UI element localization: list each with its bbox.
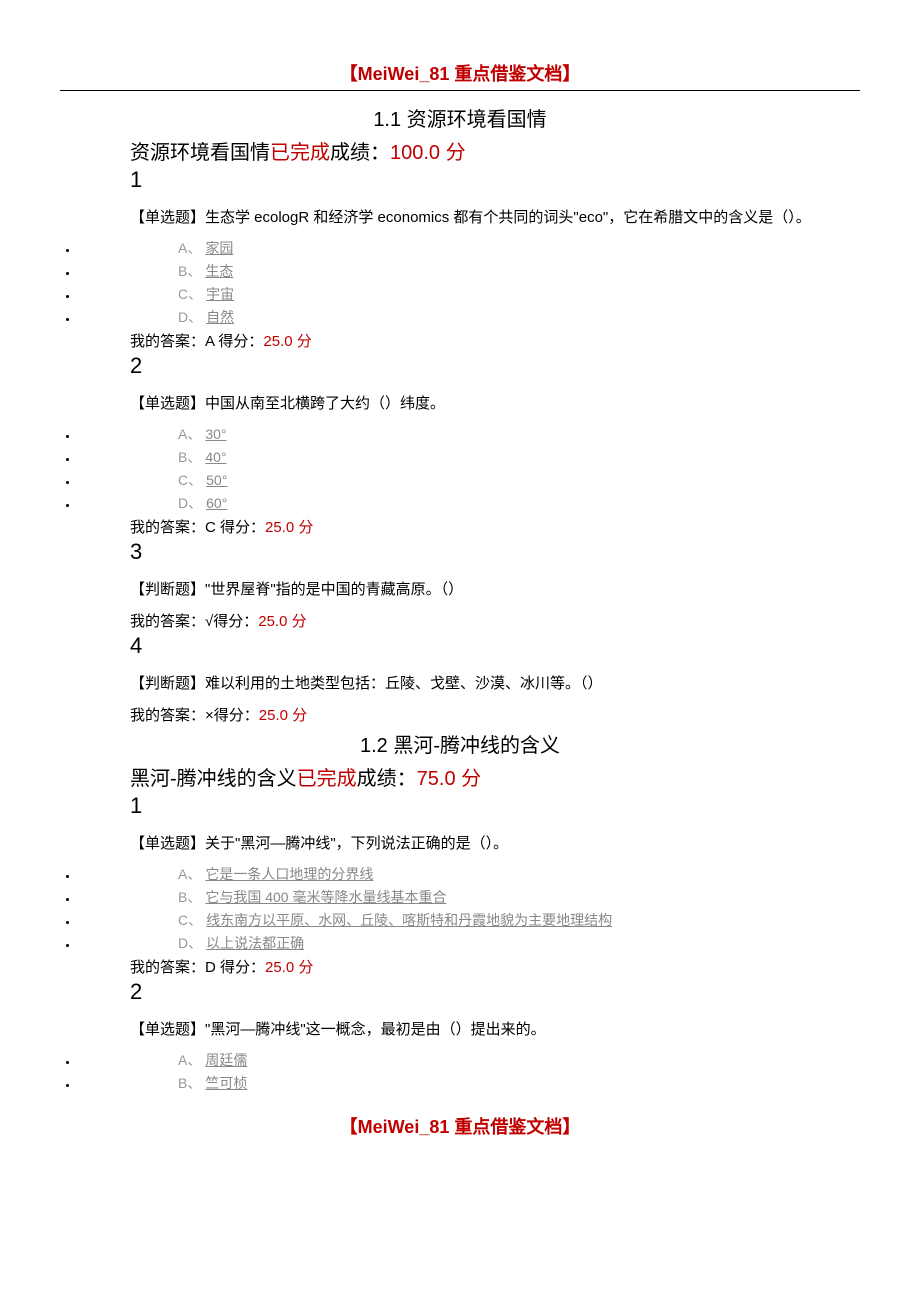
subtitle-text: 黑河-腾冲线的含义 — [130, 768, 297, 790]
list-item[interactable]: A、周廷儒 — [78, 1050, 860, 1070]
list-item[interactable]: B、竺可桢 — [78, 1073, 860, 1093]
answer-text: 我的答案：D 得分： — [130, 959, 265, 976]
option-letter: B、 — [178, 449, 201, 465]
option-letter: B、 — [178, 1075, 201, 1091]
list-item[interactable]: A、它是一条人口地理的分界线 — [78, 864, 860, 884]
answer-text: 我的答案：A 得分： — [130, 333, 263, 350]
page-header: 【MeiWei_81 重点借鉴文档】 — [60, 60, 860, 91]
question-text: 【单选题】关于"黑河—腾冲线"，下列说法正确的是（）。 — [130, 827, 860, 860]
list-item[interactable]: C、50° — [78, 470, 860, 490]
option-text: 以上说法都正确 — [206, 935, 304, 951]
list-item[interactable]: D、自然 — [78, 307, 860, 327]
score-label: 成绩： — [357, 768, 417, 790]
option-letter: D、 — [178, 935, 202, 951]
option-letter: B、 — [178, 263, 201, 279]
question-number: 1 — [130, 793, 860, 819]
answer-score: 25.0 分 — [265, 959, 313, 976]
answer-text: 我的答案：√得分： — [130, 613, 258, 630]
option-letter: A、 — [178, 866, 201, 882]
option-text: 生态 — [205, 263, 233, 279]
option-letter: C、 — [178, 472, 202, 488]
answer-score: 25.0 分 — [259, 707, 307, 724]
option-letter: D、 — [178, 309, 202, 325]
list-item[interactable]: D、以上说法都正确 — [78, 933, 860, 953]
section-title: 1.1 资源环境看国情 — [60, 103, 860, 132]
answer-line: 我的答案：C 得分：25.0 分 — [130, 516, 860, 537]
option-list: A、家园B、生态C、宇宙D、自然 — [60, 238, 860, 327]
section-subtitle: 资源环境看国情已完成成绩：100.0 分 — [130, 136, 860, 165]
option-text: 60° — [206, 495, 227, 511]
score-value: 75.0 分 — [417, 768, 481, 790]
answer-line: 我的答案：D 得分：25.0 分 — [130, 956, 860, 977]
score-value: 100.0 分 — [390, 142, 466, 164]
section-title: 1.2 黑河-腾冲线的含义 — [60, 729, 860, 758]
option-text: 自然 — [206, 309, 234, 325]
option-text: 家园 — [205, 240, 233, 256]
option-text: 线东南方以平原、水网、丘陵、喀斯特和丹霞地貌为主要地理结构 — [206, 912, 612, 928]
option-letter: A、 — [178, 426, 201, 442]
option-text: 40° — [205, 449, 226, 465]
question-text: 【单选题】生态学 ecologR 和经济学 economics 都有个共同的词头… — [130, 201, 860, 234]
answer-line: 我的答案：×得分：25.0 分 — [130, 704, 860, 725]
option-text: 宇宙 — [206, 286, 234, 302]
list-item[interactable]: C、线东南方以平原、水网、丘陵、喀斯特和丹霞地貌为主要地理结构 — [78, 910, 860, 930]
section-subtitle: 黑河-腾冲线的含义已完成成绩：75.0 分 — [130, 762, 860, 791]
answer-score: 25.0 分 — [258, 613, 306, 630]
option-text: 周廷儒 — [205, 1052, 247, 1068]
answer-score: 25.0 分 — [263, 333, 311, 350]
answer-line: 我的答案：A 得分：25.0 分 — [130, 330, 860, 351]
question-number: 2 — [130, 979, 860, 1005]
option-text: 50° — [206, 472, 227, 488]
answer-score: 25.0 分 — [265, 519, 313, 536]
option-text: 它与我国 400 毫米等降水量线基本重合 — [205, 889, 446, 905]
option-list: A、周廷儒B、竺可桢 — [60, 1050, 860, 1093]
list-item[interactable]: B、它与我国 400 毫米等降水量线基本重合 — [78, 887, 860, 907]
answer-text: 我的答案：×得分： — [130, 707, 259, 724]
option-text: 竺可桢 — [205, 1075, 247, 1091]
question-number: 4 — [130, 633, 860, 659]
status-text: 已完成 — [270, 142, 330, 164]
option-list: A、30°B、40°C、50°D、60° — [60, 424, 860, 513]
list-item[interactable]: C、宇宙 — [78, 284, 860, 304]
question-number: 3 — [130, 539, 860, 565]
list-item[interactable]: A、家园 — [78, 238, 860, 258]
option-letter: B、 — [178, 889, 201, 905]
option-letter: D、 — [178, 495, 202, 511]
option-list: A、它是一条人口地理的分界线B、它与我国 400 毫米等降水量线基本重合C、线东… — [60, 864, 860, 953]
score-label: 成绩： — [330, 142, 390, 164]
question-number: 2 — [130, 353, 860, 379]
question-number: 1 — [130, 167, 860, 193]
subtitle-text: 资源环境看国情 — [130, 142, 270, 164]
answer-line: 我的答案：√得分：25.0 分 — [130, 610, 860, 631]
option-text: 它是一条人口地理的分界线 — [205, 866, 373, 882]
list-item[interactable]: A、30° — [78, 424, 860, 444]
question-text: 【单选题】中国从南至北横跨了大约（）纬度。 — [130, 387, 860, 420]
page-footer: 【MeiWei_81 重点借鉴文档】 — [60, 1113, 860, 1139]
list-item[interactable]: B、生态 — [78, 261, 860, 281]
list-item[interactable]: B、40° — [78, 447, 860, 467]
option-letter: C、 — [178, 286, 202, 302]
option-text: 30° — [205, 426, 226, 442]
option-letter: A、 — [178, 240, 201, 256]
status-text: 已完成 — [297, 768, 357, 790]
question-text: 【判断题】"世界屋脊"指的是中国的青藏高原。（） — [130, 573, 860, 606]
option-letter: A、 — [178, 1052, 201, 1068]
option-letter: C、 — [178, 912, 202, 928]
question-text: 【单选题】"黑河—腾冲线"这一概念，最初是由（）提出来的。 — [130, 1013, 860, 1046]
question-text: 【判断题】难以利用的土地类型包括：丘陵、戈壁、沙漠、冰川等。（） — [130, 667, 860, 700]
answer-text: 我的答案：C 得分： — [130, 519, 265, 536]
list-item[interactable]: D、60° — [78, 493, 860, 513]
